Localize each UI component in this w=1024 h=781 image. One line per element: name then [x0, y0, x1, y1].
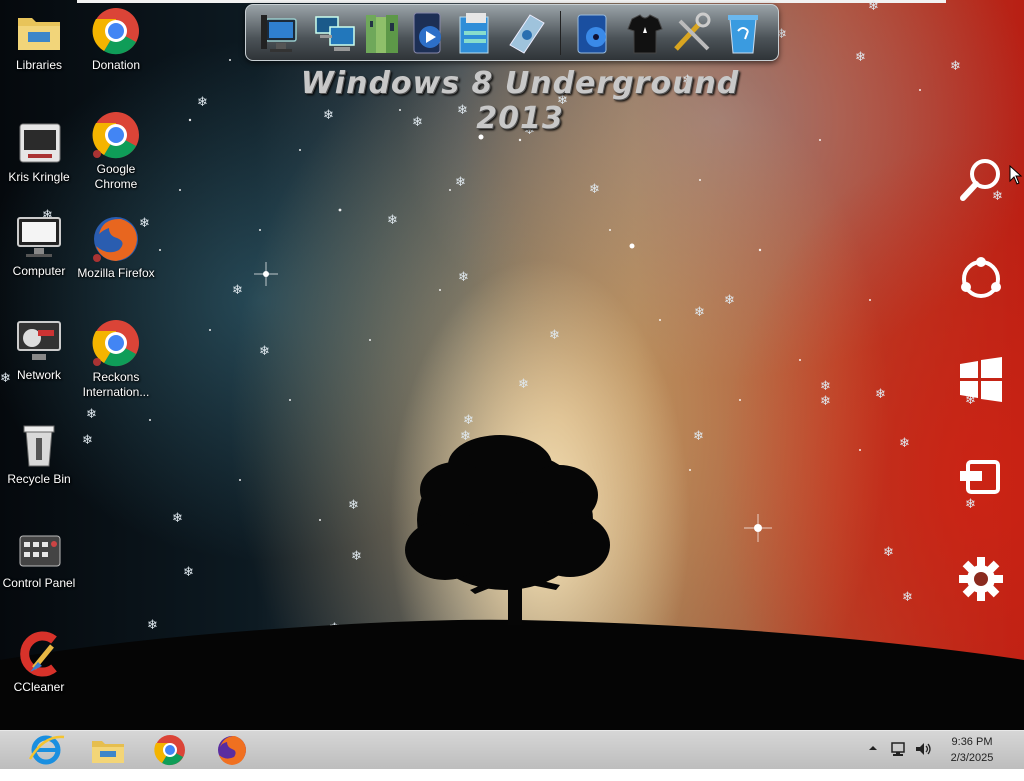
chrome-icon	[91, 110, 141, 160]
desktop-wallpaper: ❄ ❄ ❄ ❄ ❄ ❄ ❄ ❄ ❄ ❄ ❄ ❄ ❄ ❄ ❄ ❄ ❄ ❄ ❄ ❄ ❄ ❄ ❄ ❄ ❄ ❄ ❄ ❄ ❄ ❄ ❄ ❄ …	[0, 0, 1024, 730]
icon-label: Google Chrome	[94, 162, 138, 191]
tshirt-icon[interactable]	[622, 9, 668, 57]
desktop-icon-control-panel[interactable]: Control Panel	[0, 524, 78, 591]
desktop-icon-computer[interactable]: Computer	[0, 212, 78, 279]
firefox-icon	[91, 214, 141, 264]
icon-label: Donation	[91, 58, 141, 72]
chrome-icon[interactable]	[148, 733, 192, 767]
file-folder-icon[interactable]	[452, 9, 498, 57]
recycle-bin-icon[interactable]	[720, 9, 766, 57]
icon-label: Reckons Internation...	[82, 370, 150, 399]
recycle-bin-icon	[14, 420, 64, 470]
clock-time: 9:36 PM	[951, 736, 993, 748]
icon-label: Control Panel	[2, 576, 76, 590]
dock-separator	[560, 11, 561, 55]
network-icon	[14, 316, 64, 366]
computer-monitor-icon	[14, 212, 64, 262]
mouse-pointer-icon	[1009, 164, 1023, 190]
control-panel-icon	[14, 524, 64, 574]
chrome-icon	[91, 6, 141, 56]
ccleaner-icon	[14, 628, 64, 678]
show-hidden-icons-icon[interactable]	[868, 743, 878, 781]
desktop-icon-mozilla-firefox[interactable]: Mozilla Firefox	[77, 214, 155, 281]
search-icon[interactable]	[956, 154, 1006, 204]
icon-label: Libraries	[15, 58, 63, 72]
icon-label: Recycle Bin	[7, 472, 71, 486]
internet-explorer-icon[interactable]	[24, 733, 68, 767]
icon-label: CCleaner	[13, 680, 65, 694]
network-computers-icon[interactable]	[312, 9, 358, 57]
desktop-icon-kris-kringle[interactable]: Kris Kringle	[0, 118, 78, 185]
music-player-icon[interactable]	[572, 9, 618, 57]
tools-icon[interactable]	[670, 9, 716, 57]
firefox-icon[interactable]	[210, 733, 254, 767]
volume-icon[interactable]	[914, 741, 932, 779]
desktop-icon-network[interactable]: Network	[0, 316, 78, 383]
desktop-icon-ccleaner[interactable]: CCleaner	[0, 628, 78, 695]
wallpaper-brand-text: Windows 8 Underground 2013	[300, 66, 740, 136]
media-player-icon[interactable]	[406, 9, 452, 57]
icon-dock	[245, 4, 779, 61]
clock-date: 2/3/2025	[950, 752, 994, 764]
network-status-icon[interactable]	[890, 741, 908, 779]
library-books-icon[interactable]	[360, 9, 406, 57]
desktop-icon-recycle-bin[interactable]: Recycle Bin	[0, 420, 78, 487]
chrome-icon	[91, 318, 141, 368]
icon-label: Computer	[12, 264, 66, 278]
taskbar: 9:36 PM 2/3/2025	[0, 730, 1024, 769]
disk-drive-icon[interactable]	[502, 9, 548, 57]
file-explorer-icon[interactable]	[86, 733, 130, 767]
settings-gear-icon[interactable]	[956, 554, 1006, 604]
desktop-icon-google-chrome[interactable]: Google Chrome	[77, 110, 155, 192]
devices-icon[interactable]	[956, 454, 1006, 504]
icon-label: Mozilla Firefox	[77, 266, 155, 280]
icon-label: Network	[16, 368, 61, 382]
system-clock[interactable]: 9:36 PM 2/3/2025	[940, 734, 1004, 766]
share-icon[interactable]	[956, 254, 1006, 304]
windows-start-icon[interactable]	[956, 354, 1006, 404]
kris-kringle-icon	[14, 118, 64, 168]
libraries-icon	[14, 6, 64, 56]
computer-icon[interactable]	[258, 9, 304, 57]
desktop-icon-reckons-internation[interactable]: Reckons Internation...	[77, 318, 155, 400]
desktop-icon-donation[interactable]: Donation	[77, 6, 155, 73]
icon-label: Kris Kringle	[8, 170, 70, 184]
desktop-icon-libraries[interactable]: Libraries	[0, 6, 78, 73]
